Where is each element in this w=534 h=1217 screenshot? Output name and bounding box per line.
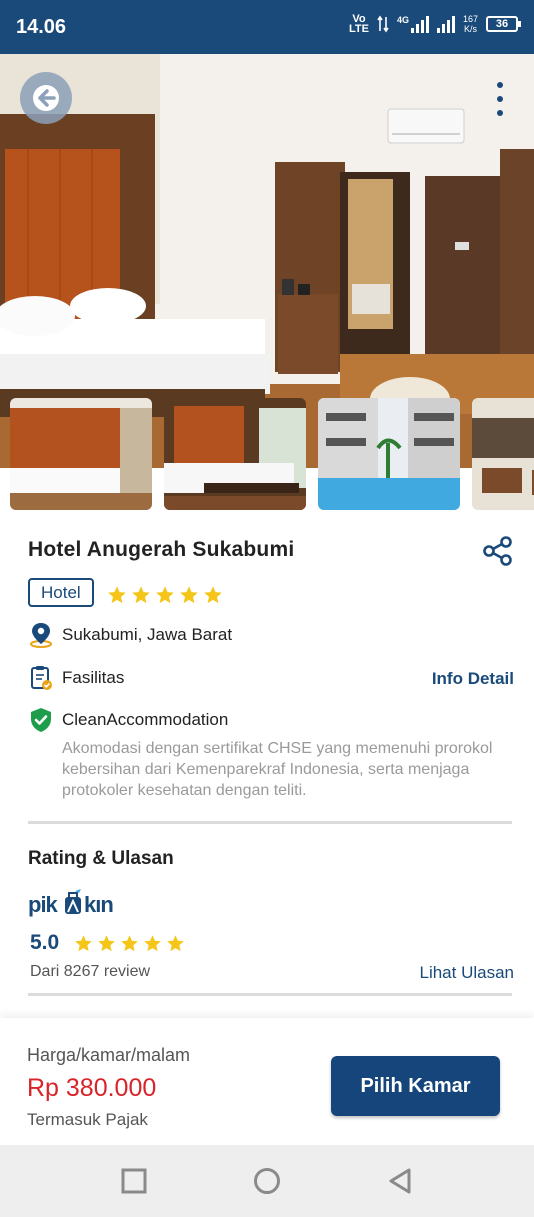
more-vertical-icon [497,82,503,88]
thumbnail-4[interactable] [472,398,534,510]
star-icon [167,935,184,952]
share-icon[interactable] [482,535,514,567]
status-bar: 14.06 Vo LTE 4G 167 K/s 36 [0,0,534,54]
divider [28,821,512,824]
battery-icon: 36 [486,16,521,32]
hotel-star-rating [107,585,223,605]
star-icon [156,586,174,604]
more-options-button[interactable] [492,82,508,116]
rating-section-title: Rating & Ulasan [28,848,174,869]
star-icon [98,935,115,952]
review-star-rating [74,934,185,953]
clean-accommodation-description: Akomodasi dengan sertifikat CHSE yang me… [62,740,493,799]
star-icon [132,586,150,604]
star-icon [121,935,138,952]
signal-bars-icon [410,15,429,33]
price-label: Harga/kamar/malam [27,1045,191,1065]
see-reviews-link[interactable]: Lihat Ulasan [419,963,514,983]
property-type-badge: Hotel [28,578,94,607]
clean-accommodation-title: CleanAccommodation [62,710,229,729]
recent-apps-icon[interactable] [120,1167,148,1195]
clipboard-check-icon [31,666,52,690]
price-value: Rp 380.000 [27,1074,157,1102]
divider [28,993,512,996]
shield-check-icon [31,708,51,732]
star-icon [180,586,198,604]
choose-room-button[interactable]: Pilih Kamar [331,1056,500,1116]
pikniku-logo: pik kın [28,888,120,923]
svg-text:kın: kın [84,892,113,917]
info-detail-link[interactable]: Info Detail [432,669,514,689]
thumbnail-3[interactable] [318,398,460,510]
status-time: 14.06 [16,16,67,38]
home-icon[interactable] [253,1167,281,1195]
location-row: Sukabumi, Jawa Barat [28,622,232,648]
facilities-label: Fasilitas [62,668,125,687]
rating-score: 5.0 [30,931,60,954]
star-icon [108,586,126,604]
back-button[interactable] [20,72,72,124]
pikniku-logo-image: pik kın [28,889,114,917]
data-transfer-icon [377,15,389,33]
location-text: Sukabumi, Jawa Barat [62,625,233,644]
signal-bars-2-icon [436,15,455,33]
star-icon [144,935,161,952]
tax-note: Termasuk Pajak [27,1110,148,1129]
review-count: Dari 8267 review [30,963,151,980]
thumbnail-1[interactable] [10,398,152,510]
location-pin-icon [30,623,52,648]
signal-4g: 4G [397,15,429,33]
network-speed: 167 K/s [462,14,478,34]
hotel-name: Hotel Anugerah Sukabumi [28,538,295,561]
back-nav-icon[interactable] [386,1167,414,1195]
star-icon [75,935,92,952]
volte-indicator: Vo LTE [348,13,369,35]
arrow-left-icon [33,85,59,111]
status-icons: Vo LTE 4G 167 K/s 36 [348,13,521,35]
thumbnail-2[interactable] [164,398,306,510]
clean-accommodation-row: CleanAccommodation [28,707,228,733]
facilities-row: Fasilitas [28,665,124,691]
star-icon [204,586,222,604]
system-nav-bar [0,1145,534,1217]
svg-text:pik: pik [28,892,59,917]
photo-thumbnails [10,398,534,510]
